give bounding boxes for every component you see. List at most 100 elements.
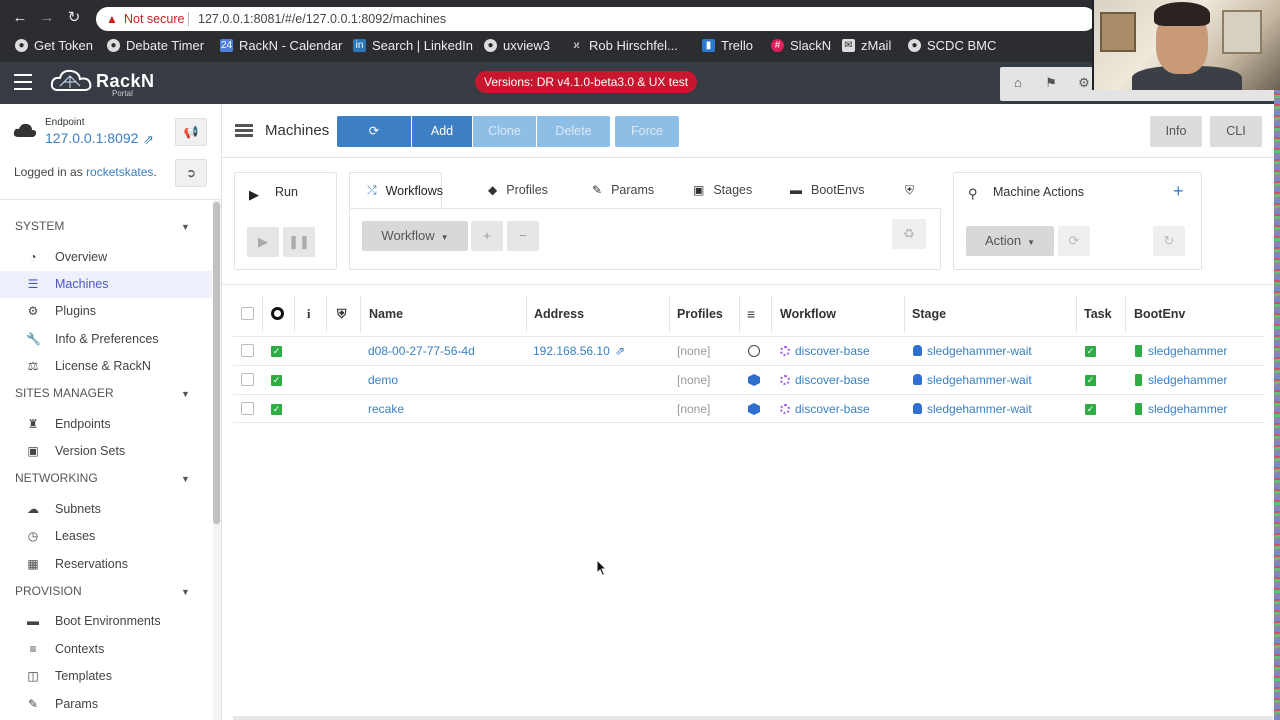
machine-name-link[interactable]: demo: [368, 373, 398, 387]
bookmark-slackn[interactable]: # SlackN: [771, 38, 831, 53]
recycle-button[interactable]: ♻: [892, 219, 926, 249]
row-checkbox[interactable]: [241, 344, 254, 357]
column-header-name[interactable]: Name: [369, 296, 403, 332]
hamburger-menu-icon[interactable]: [14, 74, 32, 90]
machine-bootenv-link[interactable]: sledgehammer: [1135, 402, 1227, 416]
tab-profiles[interactable]: ◆ Profiles: [488, 172, 548, 208]
machine-workflow-link[interactable]: discover-base: [780, 344, 870, 358]
bookmark-trello[interactable]: ▮ Trello: [702, 38, 753, 53]
url-text[interactable]: 127.0.0.1:8081/#/e/127.0.0.1:8092/machin…: [198, 12, 446, 26]
tab-stages[interactable]: ▣ Stages: [693, 172, 752, 208]
horizontal-scrollbar[interactable]: [233, 716, 1273, 720]
clone-button[interactable]: Clone: [473, 116, 536, 147]
settings-icon[interactable]: ⚙: [1076, 75, 1092, 91]
sidebar-item-plugins[interactable]: ⚙ Plugins: [0, 298, 212, 325]
sidebar-item-boot-environments[interactable]: ▬ Boot Environments: [0, 608, 212, 635]
action-select[interactable]: Action ▼: [966, 226, 1054, 256]
sidebar-item-reservations[interactable]: ▦ Reservations: [0, 551, 212, 578]
table-row[interactable]: ✓ recake [none] discover-base sledgehamm…: [233, 394, 1265, 423]
section-provision[interactable]: PROVISION: [15, 584, 82, 598]
column-header-profiles[interactable]: Profiles: [677, 296, 723, 332]
reload-icon[interactable]: ↻: [64, 8, 84, 28]
external-link-icon[interactable]: ⇗: [143, 132, 157, 147]
machine-address-link[interactable]: 192.168.56.10: [533, 344, 610, 358]
sidebar-item-contexts[interactable]: ≡ Contexts: [0, 636, 212, 663]
endpoint-link[interactable]: 127.0.0.1:8092: [45, 130, 138, 146]
sidebar-scrollbar-thumb[interactable]: [213, 202, 220, 524]
bookmark-scdc-bmc[interactable]: ● SCDC BMC: [908, 38, 996, 53]
sidebar-item-templates[interactable]: ◫ Templates: [0, 663, 212, 690]
sidebar-item-version-sets[interactable]: ▣ Version Sets: [0, 438, 212, 465]
machine-bootenv-link[interactable]: sledgehammer: [1135, 344, 1227, 358]
tab-security[interactable]: ⛨: [905, 172, 923, 208]
bookmark-linkedin[interactable]: in Search | LinkedIn: [353, 38, 473, 53]
sidebar-item-overview[interactable]: ◔ Overview: [0, 244, 212, 271]
sidebar-item-license-rackn[interactable]: ⚖ License & RackN: [0, 353, 212, 380]
machine-stage-link[interactable]: sledgehammer-wait: [913, 373, 1032, 387]
add-workflow-button[interactable]: +: [471, 221, 503, 251]
workflow-select[interactable]: Workflow ▼: [362, 221, 468, 251]
bookmark-debate-timer[interactable]: ● Debate Timer: [107, 38, 204, 53]
forward-icon[interactable]: →: [37, 8, 57, 28]
cli-button[interactable]: CLI: [1210, 116, 1262, 147]
column-header-task[interactable]: Task: [1084, 296, 1112, 332]
section-networking[interactable]: NETWORKING: [15, 471, 98, 485]
add-action-icon[interactable]: +: [1173, 181, 1184, 202]
refresh-button[interactable]: ⟳: [337, 116, 411, 147]
action-refresh-button[interactable]: ↻: [1153, 226, 1185, 256]
external-link-icon[interactable]: ⇗: [615, 344, 625, 358]
remove-workflow-button[interactable]: −: [507, 221, 539, 251]
machine-workflow-link[interactable]: discover-base: [780, 402, 870, 416]
caret-down-icon[interactable]: ▼: [181, 389, 190, 399]
column-header-bootenv[interactable]: BootEnv: [1134, 296, 1185, 332]
caret-down-icon[interactable]: ▼: [181, 587, 190, 597]
back-icon[interactable]: ←: [10, 8, 30, 28]
machine-name-link[interactable]: recake: [368, 402, 404, 416]
bookmark-get-token[interactable]: ● Get Token: [15, 38, 93, 53]
machine-bootenv-link[interactable]: sledgehammer: [1135, 373, 1227, 387]
row-checkbox[interactable]: [241, 402, 254, 415]
caret-down-icon[interactable]: ▼: [181, 222, 190, 232]
username-link[interactable]: rocketskates: [86, 165, 153, 179]
pause-button[interactable]: ❚❚: [283, 227, 315, 257]
flag-icon[interactable]: ⚑: [1043, 75, 1059, 91]
announcements-button[interactable]: 📢: [175, 118, 207, 146]
row-checkbox[interactable]: [241, 373, 254, 386]
rackn-logo[interactable]: RackN Portal: [50, 68, 160, 98]
select-all-checkbox[interactable]: [241, 307, 254, 320]
tab-workflows[interactable]: ⤮ Workflows: [349, 172, 443, 208]
play-button[interactable]: ▶: [247, 227, 279, 257]
section-sites-manager[interactable]: SITES MANAGER: [15, 386, 114, 400]
bookmark-rackn-calendar[interactable]: 24 RackN - Calendar: [220, 38, 342, 53]
sidebar-item-subnets[interactable]: ☁ Subnets: [0, 496, 212, 523]
column-header-stage[interactable]: Stage: [912, 296, 946, 332]
action-run-button[interactable]: ⟳: [1058, 226, 1090, 256]
force-button[interactable]: Force: [615, 116, 679, 147]
home-icon[interactable]: ⌂: [1010, 75, 1026, 91]
bookmark-uxview3[interactable]: ● uxview3: [484, 38, 550, 53]
bookmark-zmail[interactable]: ✉ zMail: [842, 38, 891, 53]
tab-bootenvs[interactable]: ▬ BootEnvs: [790, 172, 865, 208]
info-button[interactable]: Info: [1150, 116, 1202, 147]
table-row[interactable]: ✓ d08-00-27-77-56-4d 192.168.56.10 ⇗ [no…: [233, 336, 1265, 365]
sidebar-item-endpoints[interactable]: ♜ Endpoints: [0, 411, 212, 438]
column-header-workflow[interactable]: Workflow: [780, 296, 836, 332]
address-bar[interactable]: ▲ Not secure 127.0.0.1:8081/#/e/127.0.0.…: [96, 7, 1096, 31]
sidebar-item-leases[interactable]: ◷ Leases: [0, 523, 212, 550]
machine-stage-link[interactable]: sledgehammer-wait: [913, 344, 1032, 358]
logout-button[interactable]: ➲: [175, 159, 207, 187]
machine-stage-link[interactable]: sledgehammer-wait: [913, 402, 1032, 416]
sidebar-item-machines[interactable]: ☰ Machines: [0, 271, 212, 298]
delete-button[interactable]: Delete: [537, 116, 610, 147]
add-button[interactable]: Add: [412, 116, 472, 147]
tab-params[interactable]: ✎ Params: [592, 172, 654, 208]
machine-workflow-link[interactable]: discover-base: [780, 373, 870, 387]
table-row[interactable]: ✓ demo [none] discover-base sledgehammer…: [233, 365, 1265, 394]
sidebar-item-params[interactable]: ✎ Params: [0, 691, 212, 718]
section-system[interactable]: SYSTEM: [15, 219, 64, 233]
sidebar-item-info-preferences[interactable]: 🔧 Info & Preferences: [0, 326, 212, 353]
bookmark-rob[interactable]: ϰ Rob Hirschfel...: [570, 38, 677, 53]
machine-name-link[interactable]: d08-00-27-77-56-4d: [368, 344, 475, 358]
column-header-address[interactable]: Address: [534, 296, 584, 332]
caret-down-icon[interactable]: ▼: [181, 474, 190, 484]
